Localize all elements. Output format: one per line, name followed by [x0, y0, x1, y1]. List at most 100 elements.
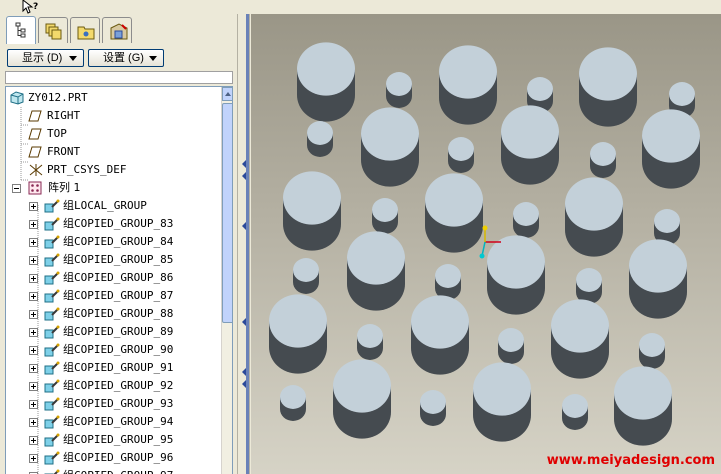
- cylinder-top: [357, 324, 383, 348]
- datum-plane-icon: [28, 110, 42, 122]
- model-tree-icon: [15, 22, 26, 38]
- cylinder-top: [372, 198, 398, 222]
- tree-item-label: 组COPIED_GROUP_85: [63, 253, 174, 266]
- group-icon: [44, 235, 60, 249]
- cylinder-top: [411, 295, 469, 349]
- group-icon: [44, 253, 60, 267]
- tree-item-label: 组COPIED_GROUP_86: [63, 271, 174, 284]
- cylinder-top: [269, 294, 327, 348]
- cylinder-feature[interactable]: [293, 258, 319, 294]
- group-icon: [44, 379, 60, 393]
- svg-text:?: ?: [33, 2, 38, 12]
- cylinder-feature[interactable]: [411, 295, 469, 375]
- expand-toggle[interactable]: [29, 436, 38, 445]
- layers-tab[interactable]: [38, 17, 68, 43]
- splitter-bar: [246, 14, 249, 474]
- tree-item-label: 组COPIED_GROUP_96: [63, 451, 174, 464]
- cylinder-top: [513, 202, 539, 226]
- cylinder-feature[interactable]: [614, 366, 672, 446]
- cylinder-top: [386, 72, 412, 96]
- cylinder-feature[interactable]: [269, 294, 327, 374]
- cylinder-feature[interactable]: [372, 198, 398, 234]
- cylinder-feature[interactable]: [283, 171, 341, 251]
- group-icon: [44, 397, 60, 411]
- cylinder-feature[interactable]: [579, 47, 637, 127]
- cylinder-top: [527, 77, 553, 101]
- expand-toggle[interactable]: [29, 292, 38, 301]
- cylinder-feature[interactable]: [420, 390, 446, 426]
- expand-toggle[interactable]: [29, 202, 38, 211]
- expand-toggle[interactable]: [29, 238, 38, 247]
- cylinder-top: [297, 42, 355, 96]
- tree-scrollbar[interactable]: [221, 87, 232, 474]
- expand-toggle[interactable]: [29, 400, 38, 409]
- cylinder-feature[interactable]: [439, 45, 497, 125]
- cylinder-feature[interactable]: [386, 72, 412, 108]
- model-tree[interactable]: ZY012.PRT RIGHT TOP FRONT PRT_CSYS_DEF 阵…: [5, 86, 233, 474]
- scroll-up-button[interactable]: [222, 87, 232, 101]
- cylinder-feature[interactable]: [487, 235, 545, 315]
- settings-dropdown[interactable]: 设置 (G): [88, 49, 164, 67]
- cylinder-feature[interactable]: [513, 202, 539, 238]
- cylinder-feature[interactable]: [629, 239, 687, 319]
- cylinder-feature[interactable]: [562, 394, 588, 430]
- cylinder-feature[interactable]: [297, 42, 355, 122]
- cylinder-top: [307, 121, 333, 145]
- navigator-panel: 显示 (D) 设置 (G) ZY012.PRT RIGHT TOP FRONT …: [0, 14, 237, 474]
- cylinder-feature[interactable]: [435, 264, 461, 300]
- cylinder-feature[interactable]: [498, 328, 524, 364]
- collapse-toggle[interactable]: [12, 184, 21, 193]
- tree-filter-bar[interactable]: [5, 71, 233, 84]
- cylinder-top: [614, 366, 672, 420]
- tree-item-label: TOP: [47, 127, 67, 140]
- group-icon: [44, 433, 60, 447]
- expand-toggle[interactable]: [29, 454, 38, 463]
- expand-toggle[interactable]: [29, 346, 38, 355]
- expand-toggle[interactable]: [29, 364, 38, 373]
- chevron-down-icon: [69, 56, 77, 61]
- cylinder-feature[interactable]: [425, 173, 483, 253]
- expand-toggle[interactable]: [29, 274, 38, 283]
- cylinder-feature[interactable]: [590, 142, 616, 178]
- expand-toggle[interactable]: [29, 382, 38, 391]
- group-icon: [44, 217, 60, 231]
- expand-toggle[interactable]: [29, 418, 38, 427]
- expand-toggle[interactable]: [29, 328, 38, 337]
- cylinder-feature[interactable]: [357, 324, 383, 360]
- cylinder-top: [642, 109, 700, 163]
- cylinder-feature[interactable]: [473, 362, 531, 442]
- folder-browser-tab[interactable]: [70, 17, 100, 43]
- expand-toggle[interactable]: [29, 310, 38, 319]
- group-icon: [44, 307, 60, 321]
- group-icon: [44, 361, 60, 375]
- panel-splitter[interactable]: [237, 14, 250, 474]
- cylinder-feature[interactable]: [639, 333, 665, 369]
- model-tree-tab[interactable]: [6, 16, 36, 44]
- cylinder-feature[interactable]: [333, 359, 391, 439]
- cylinder-feature[interactable]: [361, 107, 419, 187]
- tree-item-label: 组COPIED_GROUP_93: [63, 397, 174, 410]
- cylinder-feature[interactable]: [565, 177, 623, 257]
- tree-item-label: 组COPIED_GROUP_95: [63, 433, 174, 446]
- cylinder-top: [579, 47, 637, 101]
- tree-item-label: FRONT: [47, 145, 81, 158]
- favorites-tab[interactable]: [102, 17, 132, 43]
- cylinder-top: [293, 258, 319, 282]
- cylinder-feature[interactable]: [448, 137, 474, 173]
- pointer-help-icon[interactable]: ?: [22, 0, 40, 14]
- cylinder-feature[interactable]: [576, 268, 602, 304]
- cylinder-feature[interactable]: [347, 231, 405, 311]
- cylinder-feature[interactable]: [307, 121, 333, 157]
- expand-toggle[interactable]: [29, 220, 38, 229]
- graphics-viewport[interactable]: [251, 14, 721, 474]
- display-dropdown-label: 显示 (D): [22, 52, 63, 64]
- display-dropdown[interactable]: 显示 (D): [7, 49, 84, 67]
- cylinder-feature[interactable]: [642, 109, 700, 189]
- scroll-thumb[interactable]: [222, 103, 232, 323]
- expand-toggle[interactable]: [29, 256, 38, 265]
- cylinder-feature[interactable]: [501, 105, 559, 185]
- cylinder-feature[interactable]: [551, 299, 609, 379]
- cylinder-feature[interactable]: [280, 385, 306, 421]
- cylinder-top: [551, 299, 609, 353]
- group-icon: [44, 415, 60, 429]
